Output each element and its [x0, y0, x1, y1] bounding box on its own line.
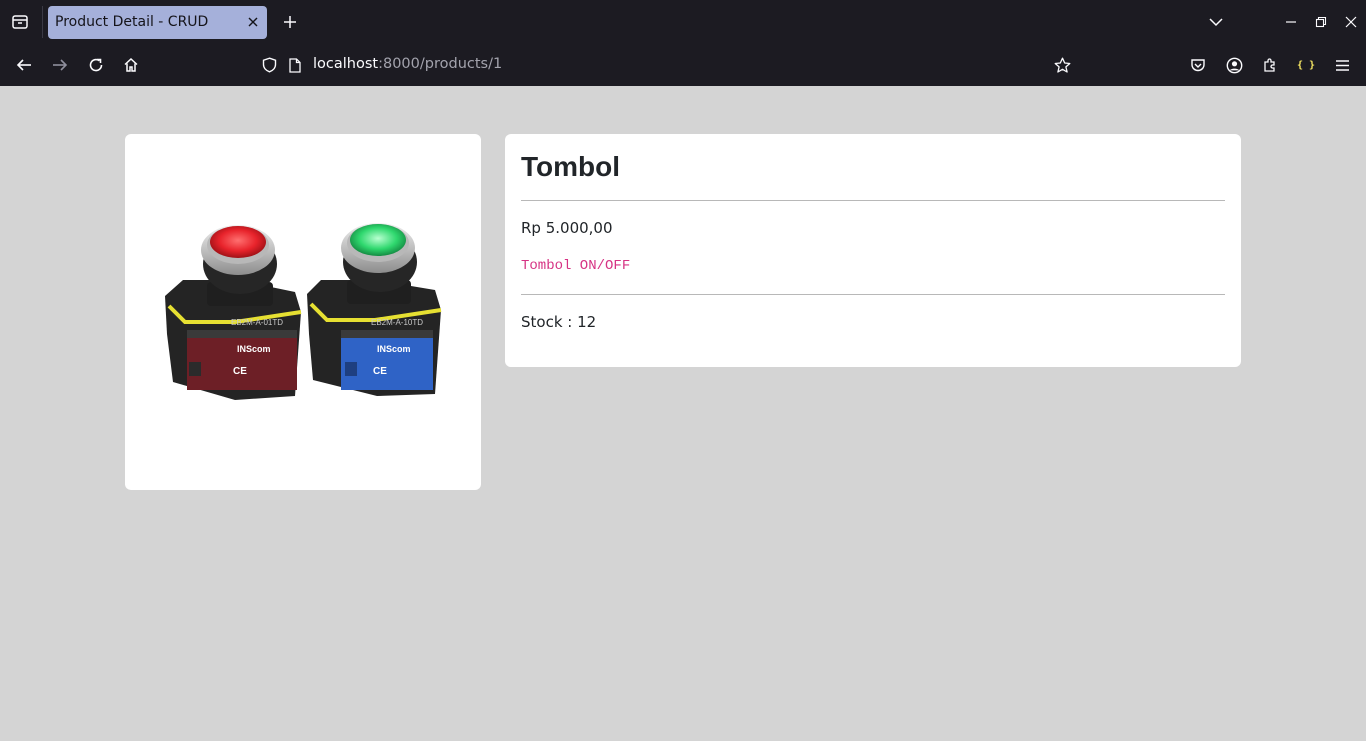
back-arrow-icon[interactable]: [8, 49, 40, 81]
product-image-card: EB2M-A-01TD INScom CE EB2M-A-10TD INScom…: [125, 134, 481, 490]
green-push-button: EB2M-A-10TD INScom CE: [307, 223, 442, 396]
product-price: Rp 5.000,00: [521, 219, 613, 237]
product-image: EB2M-A-01TD INScom CE EB2M-A-10TD INScom…: [165, 223, 442, 400]
hamburger-menu-icon[interactable]: [1328, 49, 1356, 81]
right-module-label: EB2M-A-10TD: [371, 318, 423, 327]
extensions-icon[interactable]: [1256, 49, 1284, 81]
chevron-down-icon[interactable]: [1200, 6, 1232, 38]
right-ce-mark: CE: [373, 366, 387, 377]
home-icon[interactable]: [115, 49, 147, 81]
account-icon[interactable]: [1220, 49, 1248, 81]
restore-icon[interactable]: [1309, 6, 1333, 38]
forward-arrow-icon[interactable]: [44, 49, 76, 81]
url-text[interactable]: localhost:8000/products/1: [313, 56, 502, 72]
product-description: Tombol ON/OFF: [521, 258, 631, 274]
json-viewer-extension-icon[interactable]: { }: [1292, 49, 1320, 81]
tab-separator: [42, 6, 43, 38]
tab-strip: Product Detail - CRUD: [0, 0, 1366, 44]
extension-badge: { }: [1296, 59, 1316, 71]
close-tab-icon[interactable]: [242, 11, 264, 33]
minimize-icon[interactable]: [1279, 6, 1303, 38]
address-bar[interactable]: localhost:8000/products/1: [252, 48, 1082, 82]
page-icon: [283, 52, 307, 78]
right-brand-label: INScom: [377, 344, 411, 354]
left-ce-mark: CE: [233, 366, 247, 377]
window-close-icon[interactable]: [1339, 6, 1363, 38]
shield-icon[interactable]: [256, 52, 282, 78]
product-detail-card: Tombol Rp 5.000,00 Tombol ON/OFF Stock :…: [505, 134, 1241, 367]
browser-chrome: Product Detail - CRUD localhost:8000/pro…: [0, 0, 1366, 86]
product-stock: Stock : 12: [521, 313, 596, 331]
stock-label: Stock :: [521, 313, 578, 331]
navigation-toolbar: localhost:8000/products/1 { }: [0, 44, 1366, 86]
left-module-label: EB2M-A-01TD: [231, 318, 283, 327]
pocket-icon[interactable]: [1184, 49, 1212, 81]
tab-product-detail[interactable]: Product Detail - CRUD: [48, 6, 267, 39]
bookmark-star-icon[interactable]: [1049, 52, 1075, 78]
page-content: EB2M-A-01TD INScom CE EB2M-A-10TD INScom…: [0, 86, 1366, 741]
stock-value: 12: [577, 313, 597, 331]
red-push-button: EB2M-A-01TD INScom CE: [165, 225, 302, 400]
url-path: :8000/products/1: [378, 56, 503, 72]
new-tab-icon[interactable]: [274, 6, 306, 38]
divider: [521, 294, 1225, 295]
tab-title: Product Detail - CRUD: [55, 14, 209, 30]
reload-icon[interactable]: [80, 49, 112, 81]
url-host: localhost: [313, 56, 379, 72]
firefox-view-icon[interactable]: [4, 6, 36, 38]
left-brand-label: INScom: [237, 344, 271, 354]
product-name: Tombol: [521, 151, 621, 182]
divider: [521, 200, 1225, 201]
